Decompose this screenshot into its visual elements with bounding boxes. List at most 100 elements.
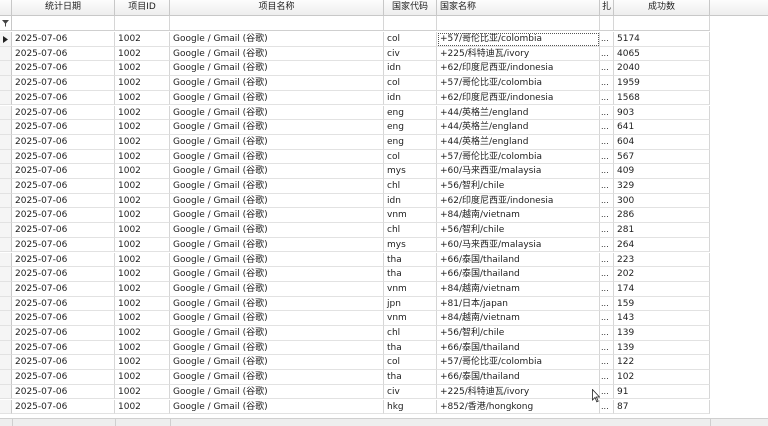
table-row[interactable]: 2025-07-06 1002 Google / Gmail (谷歌) eng +44/…: [0, 134, 768, 150]
cell-success-count[interactable]: 4065: [614, 46, 710, 62]
cell-project-name[interactable]: Google / Gmail (谷歌): [170, 340, 384, 356]
filter-cell-country-name[interactable]: [437, 16, 600, 31]
cell-country-code[interactable]: col: [384, 76, 437, 91]
cell-project-name[interactable]: Google / Gmail (谷歌): [170, 384, 384, 400]
cell-project-name[interactable]: Google / Gmail (谷歌): [170, 76, 384, 91]
row-indicator[interactable]: [0, 208, 12, 224]
cell-country-code[interactable]: vnm: [384, 311, 437, 326]
cell-country-code[interactable]: col: [384, 355, 437, 371]
cell-success-count[interactable]: 5174: [614, 32, 710, 47]
column-header-truncated[interactable]: 扎: [600, 0, 614, 16]
cell-project-name[interactable]: Google / Gmail (谷歌): [170, 208, 384, 224]
cell-date[interactable]: 2025-07-06: [12, 90, 115, 106]
table-row[interactable]: 2025-07-06 1002 Google / Gmail (谷歌) tha +66/…: [0, 340, 768, 356]
table-row[interactable]: 2025-07-06 1002 Google / Gmail (谷歌) eng +44/…: [0, 120, 768, 135]
column-header-country-code[interactable]: 国家代码: [384, 0, 437, 16]
cell-success-count[interactable]: 2040: [614, 61, 710, 77]
row-indicator[interactable]: [0, 340, 12, 356]
cell-country-name[interactable]: +56/智利/chile: [437, 179, 600, 194]
cell-truncated[interactable]: ...: [600, 32, 614, 47]
cell-success-count[interactable]: 102: [614, 370, 710, 385]
table-row[interactable]: 2025-07-06 1002 Google / Gmail (谷歌) vnm +84/…: [0, 208, 768, 224]
cell-project-id[interactable]: 1002: [115, 120, 170, 135]
table-row[interactable]: 2025-07-06 1002 Google / Gmail (谷歌) vnm +84/…: [0, 281, 768, 297]
cell-project-id[interactable]: 1002: [115, 134, 170, 150]
column-header-project-name[interactable]: 项目名称: [170, 0, 384, 16]
cell-country-name[interactable]: +66/泰国/thailand: [437, 267, 600, 282]
table-row[interactable]: 2025-07-06 1002 Google / Gmail (谷歌) civ +225…: [0, 384, 768, 400]
cell-success-count[interactable]: 122: [614, 355, 710, 371]
cell-project-id[interactable]: 1002: [115, 267, 170, 282]
cell-project-id[interactable]: 1002: [115, 208, 170, 224]
cell-country-name[interactable]: +44/英格兰/england: [437, 120, 600, 135]
filter-cell-success-count[interactable]: [614, 16, 710, 31]
row-indicator[interactable]: [0, 149, 12, 165]
cell-country-name[interactable]: +225/科特迪瓦/ivory: [437, 384, 600, 400]
table-row[interactable]: 2025-07-06 1002 Google / Gmail (谷歌) hkg +852…: [0, 399, 768, 415]
filter-cell-country-code[interactable]: [384, 16, 437, 31]
cell-success-count[interactable]: 139: [614, 340, 710, 356]
cell-project-id[interactable]: 1002: [115, 311, 170, 326]
cell-project-id[interactable]: 1002: [115, 90, 170, 106]
cell-date[interactable]: 2025-07-06: [12, 237, 115, 253]
table-row[interactable]: 2025-07-06 1002 Google / Gmail (谷歌) idn +62/…: [0, 90, 768, 106]
cell-date[interactable]: 2025-07-06: [12, 76, 115, 91]
cell-date[interactable]: 2025-07-06: [12, 149, 115, 165]
row-indicator[interactable]: [0, 281, 12, 297]
cell-country-code[interactable]: civ: [384, 46, 437, 62]
cell-project-name[interactable]: Google / Gmail (谷歌): [170, 296, 384, 312]
column-header-success-count[interactable]: 成功数: [614, 0, 710, 16]
cell-truncated[interactable]: ...: [600, 237, 614, 253]
cell-project-id[interactable]: 1002: [115, 149, 170, 165]
cell-project-name[interactable]: Google / Gmail (谷歌): [170, 120, 384, 135]
cell-date[interactable]: 2025-07-06: [12, 105, 115, 121]
cell-success-count[interactable]: 264: [614, 237, 710, 253]
row-indicator[interactable]: [0, 61, 12, 77]
cell-country-name[interactable]: +852/香港/hongkong: [437, 399, 600, 415]
cell-success-count[interactable]: 202: [614, 267, 710, 282]
cell-date[interactable]: 2025-07-06: [12, 32, 115, 47]
cell-country-name[interactable]: +57/哥伦比亚/colombia: [437, 32, 600, 47]
cell-project-name[interactable]: Google / Gmail (谷歌): [170, 326, 384, 341]
cell-project-id[interactable]: 1002: [115, 46, 170, 62]
cell-date[interactable]: 2025-07-06: [12, 370, 115, 385]
cell-truncated[interactable]: ...: [600, 46, 614, 62]
cell-country-name[interactable]: +66/泰国/thailand: [437, 370, 600, 385]
row-indicator[interactable]: [0, 370, 12, 385]
cell-country-code[interactable]: col: [384, 149, 437, 165]
cell-country-name[interactable]: +66/泰国/thailand: [437, 340, 600, 356]
cell-country-name[interactable]: +62/印度尼西亚/indonesia: [437, 193, 600, 209]
cell-project-id[interactable]: 1002: [115, 384, 170, 400]
cell-country-code[interactable]: idn: [384, 193, 437, 209]
table-row[interactable]: 2025-07-06 1002 Google / Gmail (谷歌) civ +225…: [0, 46, 768, 62]
cell-country-code[interactable]: eng: [384, 120, 437, 135]
cell-country-code[interactable]: tha: [384, 370, 437, 385]
cell-project-name[interactable]: Google / Gmail (谷歌): [170, 46, 384, 62]
cell-project-id[interactable]: 1002: [115, 326, 170, 341]
cell-country-code[interactable]: civ: [384, 384, 437, 400]
row-indicator[interactable]: [0, 164, 12, 179]
cell-project-id[interactable]: 1002: [115, 296, 170, 312]
table-row[interactable]: 2025-07-06 1002 Google / Gmail (谷歌) chl +56/…: [0, 223, 768, 238]
cell-country-name[interactable]: +44/英格兰/england: [437, 134, 600, 150]
table-row[interactable]: 2025-07-06 1002 Google / Gmail (谷歌) chl +56/…: [0, 326, 768, 341]
cell-success-count[interactable]: 223: [614, 252, 710, 268]
cell-truncated[interactable]: ...: [600, 120, 614, 135]
cell-success-count[interactable]: 567: [614, 149, 710, 165]
row-indicator[interactable]: [0, 296, 12, 312]
cell-project-name[interactable]: Google / Gmail (谷歌): [170, 281, 384, 297]
table-row[interactable]: 2025-07-06 1002 Google / Gmail (谷歌) eng +44/…: [0, 105, 768, 121]
cell-project-name[interactable]: Google / Gmail (谷歌): [170, 149, 384, 165]
cell-truncated[interactable]: ...: [600, 179, 614, 194]
cell-date[interactable]: 2025-07-06: [12, 223, 115, 238]
cell-date[interactable]: 2025-07-06: [12, 61, 115, 77]
cell-project-name[interactable]: Google / Gmail (谷歌): [170, 311, 384, 326]
cell-date[interactable]: 2025-07-06: [12, 267, 115, 282]
cell-project-id[interactable]: 1002: [115, 340, 170, 356]
cell-date[interactable]: 2025-07-06: [12, 120, 115, 135]
filter-cell-truncated[interactable]: [600, 16, 614, 31]
cell-project-name[interactable]: Google / Gmail (谷歌): [170, 61, 384, 77]
cell-country-name[interactable]: +62/印度尼西亚/indonesia: [437, 90, 600, 106]
cell-success-count[interactable]: 159: [614, 296, 710, 312]
cell-success-count[interactable]: 300: [614, 193, 710, 209]
